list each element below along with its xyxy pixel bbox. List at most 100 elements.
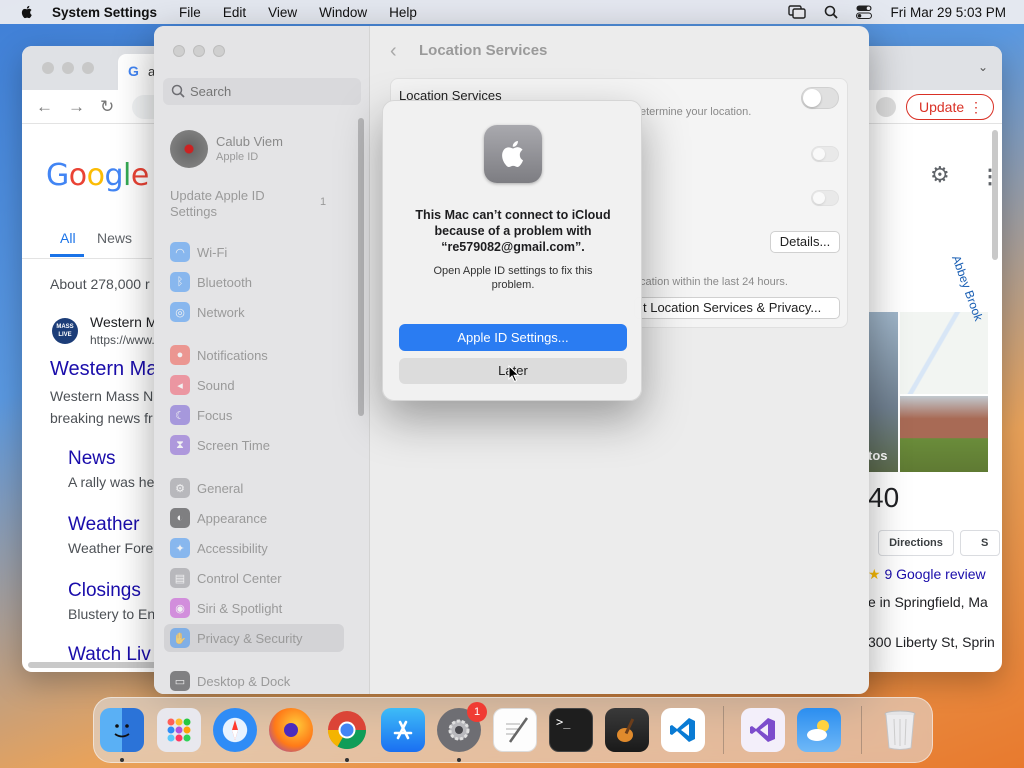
settings-minimize-button[interactable] — [193, 45, 205, 57]
app-store-icon[interactable] — [381, 708, 425, 752]
launchpad-icon[interactable] — [157, 708, 201, 752]
apple-logo-icon — [502, 141, 523, 167]
sidebar-item-sound[interactable]: ◂ Sound — [164, 371, 344, 399]
view-menu[interactable]: View — [268, 5, 297, 20]
sidebar-item-appearance[interactable]: ◐ Appearance — [164, 504, 344, 532]
back-chevron-icon[interactable]: ‹ — [390, 40, 397, 63]
result-stats: About 278,000 r — [50, 276, 150, 292]
sidebar-item-label: Desktop & Dock — [197, 673, 291, 689]
save-button[interactable]: S — [960, 530, 1000, 556]
sidebar-item-network[interactable]: ◎ Network — [164, 298, 344, 326]
accessibility-icon: ✦ — [170, 538, 190, 558]
apple-menu-icon[interactable] — [19, 4, 35, 20]
directions-button[interactable]: Directions — [878, 530, 954, 556]
terminal-icon[interactable]: >_ — [549, 708, 593, 752]
finder-icon[interactable] — [100, 708, 144, 752]
trash-icon[interactable] — [878, 708, 922, 752]
help-menu[interactable]: Help — [389, 5, 417, 20]
tab-search-chevron-icon[interactable]: ⌄ — [978, 60, 988, 74]
sidebar-item-control-center[interactable]: ▤ Control Center — [164, 564, 344, 592]
settings-zoom-button[interactable] — [213, 45, 225, 57]
vertical-scrollbar[interactable] — [992, 130, 998, 260]
icloud-alert-dialog: This Mac can’t connect to iCloud because… — [382, 100, 642, 401]
profile-avatar[interactable] — [876, 97, 896, 117]
sitelink-news[interactable]: News — [68, 448, 116, 470]
app-location-toggle[interactable] — [811, 146, 839, 162]
account-avatar[interactable] — [170, 130, 208, 168]
spotlight-search-icon[interactable] — [824, 5, 839, 19]
star-rating-icon: ★ — [868, 566, 885, 582]
site-url[interactable]: https://www. — [90, 333, 155, 347]
google-logo[interactable]: Google — [46, 158, 149, 193]
update-apple-id-item[interactable]: Update Apple ID Settings — [170, 188, 300, 220]
sitelink-desc: Weather Fore — [68, 540, 154, 556]
sidebar-item-desktop-dock[interactable]: ▭ Desktop & Dock — [164, 667, 344, 694]
gear-icon[interactable]: ⚙ — [930, 162, 950, 188]
map-thumbnail[interactable]: Abbey Brook — [900, 253, 988, 394]
alert-message: Open Apple ID settings to fix this probl… — [433, 265, 593, 291]
sidebar-item-general[interactable]: ⚙ General — [164, 474, 344, 502]
sidebar-item-privacy-security[interactable]: ✋ Privacy & Security — [164, 624, 344, 652]
back-arrow-icon[interactable]: ← — [36, 97, 53, 117]
window-menu[interactable]: Window — [319, 5, 367, 20]
sidebar-item-focus[interactable]: ☾ Focus — [164, 401, 344, 429]
place-title: 40 — [868, 482, 900, 513]
app-location-toggle[interactable] — [811, 190, 839, 206]
tab-all[interactable]: All — [60, 230, 76, 246]
clock[interactable]: Fri Mar 29 5:03 PM — [890, 5, 1006, 20]
account-name[interactable]: Calub Viem — [216, 134, 283, 149]
sidebar-item-screen-time[interactable]: ⧗ Screen Time — [164, 431, 344, 459]
sitelink-weather[interactable]: Weather — [68, 514, 139, 536]
reload-icon[interactable]: ↻ — [100, 97, 114, 117]
firefox-icon[interactable] — [269, 708, 313, 752]
weather-icon[interactable] — [797, 708, 841, 752]
chrome-icon[interactable] — [325, 708, 369, 752]
gear-icon: ⚙ — [170, 478, 190, 498]
sidebar-item-notifications[interactable]: ● Notifications — [164, 341, 344, 369]
sidebar-item-bluetooth[interactable]: ᛒ Bluetooth — [164, 268, 344, 296]
details-button[interactable]: Details... — [770, 231, 840, 253]
forward-arrow-icon[interactable]: → — [68, 97, 85, 117]
location-services-toggle[interactable] — [801, 87, 839, 109]
safari-icon[interactable] — [213, 708, 257, 752]
settings-search-input[interactable] — [163, 78, 361, 105]
sidebar-item-wifi[interactable]: ◠ Wi-Fi — [164, 238, 344, 266]
place-photo[interactable] — [900, 396, 988, 472]
vscode-icon[interactable] — [661, 708, 705, 752]
map-water — [900, 312, 988, 394]
chrome-minimize-button[interactable] — [62, 62, 74, 74]
edit-menu[interactable]: Edit — [223, 5, 246, 20]
mouse-cursor-icon — [508, 365, 520, 383]
apple-id-settings-button[interactable]: Apple ID Settings... — [399, 324, 627, 351]
moon-icon: ☾ — [170, 405, 190, 425]
settings-close-button[interactable] — [173, 45, 185, 57]
sidebar-scrollbar[interactable] — [358, 118, 364, 416]
result-title-link[interactable]: Western Ma — [50, 358, 157, 381]
sidebar-item-label: Focus — [197, 407, 233, 423]
running-indicator — [345, 758, 349, 762]
more-vert-icon: ⋮ — [969, 99, 983, 115]
about-location-privacy-button[interactable]: t Location Services & Privacy... — [634, 297, 840, 319]
chrome-close-button[interactable] — [42, 62, 54, 74]
file-menu[interactable]: File — [179, 5, 201, 20]
horizontal-scrollbar[interactable] — [28, 662, 158, 668]
site-name[interactable]: Western M — [90, 314, 157, 330]
reviews-link[interactable]: ★ 9 Google review — [868, 566, 986, 583]
photos-label[interactable]: tos — [868, 448, 888, 463]
chrome-update-button[interactable]: Update ⋮ — [906, 94, 994, 120]
chrome-zoom-button[interactable] — [82, 62, 94, 74]
search-icon — [171, 84, 185, 98]
visual-studio-icon[interactable] — [741, 708, 785, 752]
control-center-icon[interactable] — [856, 5, 873, 19]
sitelink-closings[interactable]: Closings — [68, 580, 141, 602]
app-menu[interactable]: System Settings — [52, 5, 157, 20]
textedit-icon[interactable] — [493, 708, 537, 752]
running-indicator — [457, 758, 461, 762]
sidebar-item-accessibility[interactable]: ✦ Accessibility — [164, 534, 344, 562]
google-favicon-icon: G — [128, 63, 139, 79]
screen-mirroring-icon[interactable] — [788, 5, 807, 19]
sidebar-item-siri-spotlight[interactable]: ◉ Siri & Spotlight — [164, 594, 344, 622]
garageband-icon[interactable] — [605, 708, 649, 752]
tab-news[interactable]: News — [97, 230, 132, 246]
location-services-description: etermine your location. — [640, 106, 752, 118]
